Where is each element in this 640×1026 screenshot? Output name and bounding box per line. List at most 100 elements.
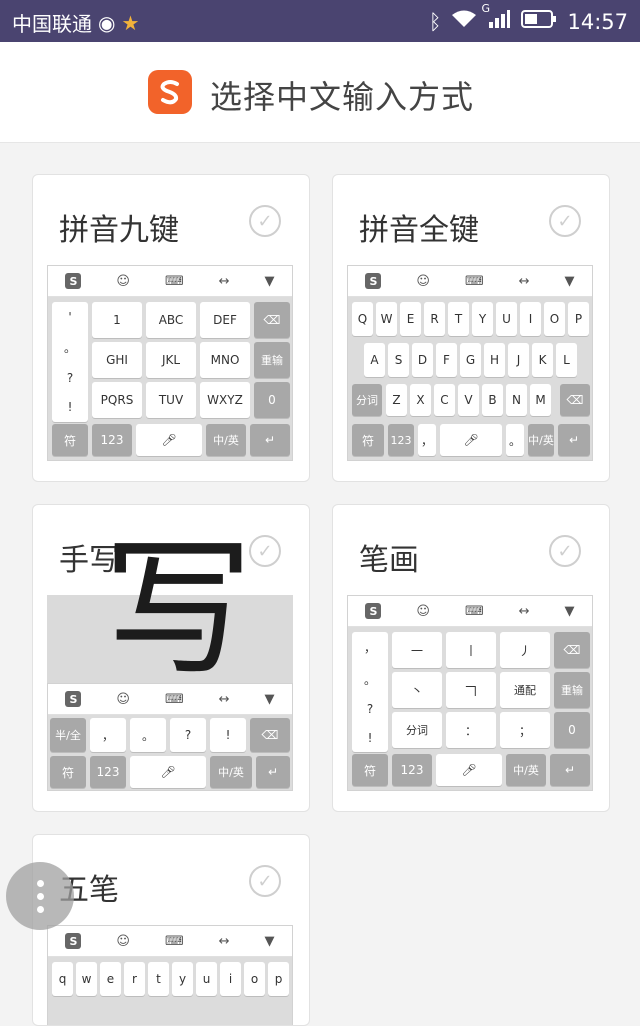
- letter-key[interactable]: E: [400, 302, 421, 336]
- enter-key[interactable]: ↵: [250, 424, 290, 456]
- check-circle-icon[interactable]: ✓: [249, 865, 281, 897]
- letter-key[interactable]: M: [530, 384, 551, 416]
- letter-key[interactable]: F: [436, 343, 457, 377]
- letter-key[interactable]: W: [376, 302, 397, 336]
- key[interactable]: GHI: [92, 342, 142, 378]
- voice-key[interactable]: 🎤︎: [136, 424, 202, 456]
- letter-key[interactable]: D: [412, 343, 433, 377]
- letter-key[interactable]: H: [484, 343, 505, 377]
- exclaim-key[interactable]: !: [210, 718, 246, 752]
- retype-key[interactable]: 重输: [254, 342, 290, 378]
- symbol-key[interactable]: 符: [352, 424, 384, 456]
- key[interactable]: TUV: [146, 382, 196, 418]
- period-key[interactable]: 。: [506, 424, 524, 456]
- option-card-handwriting[interactable]: 手写 ✓ S ☺ ⌨ ↔ ▼ 半/全 ， 。 ? ! ⌫ 符 123 🎤︎ 中/…: [32, 504, 310, 812]
- letter-key[interactable]: Z: [386, 384, 407, 416]
- letter-key[interactable]: P: [568, 302, 589, 336]
- key[interactable]: ABC: [146, 302, 196, 338]
- letter-key[interactable]: V: [458, 384, 479, 416]
- letter-key[interactable]: A: [364, 343, 385, 377]
- letter-key[interactable]: Y: [472, 302, 493, 336]
- voice-key[interactable]: 🎤︎: [436, 754, 502, 786]
- check-circle-icon[interactable]: ✓: [249, 205, 281, 237]
- number-key[interactable]: 123: [388, 424, 414, 456]
- key[interactable]: 丶: [392, 672, 442, 708]
- period-key[interactable]: 。: [130, 718, 166, 752]
- backspace-key[interactable]: ⌫: [560, 384, 590, 416]
- zero-key[interactable]: 0: [254, 382, 290, 418]
- retype-key[interactable]: 重输: [554, 672, 590, 708]
- letter-key[interactable]: w: [76, 962, 97, 996]
- enter-key[interactable]: ↵: [550, 754, 590, 786]
- number-key[interactable]: 123: [392, 754, 432, 786]
- symbol-key[interactable]: 符: [52, 424, 88, 456]
- key[interactable]: JKL: [146, 342, 196, 378]
- enter-key[interactable]: ↵: [256, 756, 290, 788]
- letter-key[interactable]: t: [148, 962, 169, 996]
- letter-key[interactable]: O: [544, 302, 565, 336]
- letter-key[interactable]: r: [124, 962, 145, 996]
- letter-key[interactable]: B: [482, 384, 503, 416]
- punctuation-column[interactable]: ' 。 ? !: [52, 302, 88, 422]
- letter-key[interactable]: J: [508, 343, 529, 377]
- letter-key[interactable]: N: [506, 384, 527, 416]
- more-options-button[interactable]: [6, 862, 74, 930]
- key[interactable]: ；: [500, 712, 550, 748]
- backspace-key[interactable]: ⌫: [254, 302, 290, 338]
- key[interactable]: 1: [92, 302, 142, 338]
- letter-key[interactable]: K: [532, 343, 553, 377]
- letter-key[interactable]: Q: [352, 302, 373, 336]
- letter-key[interactable]: i: [220, 962, 241, 996]
- backspace-key[interactable]: ⌫: [250, 718, 290, 752]
- letter-key[interactable]: R: [424, 302, 445, 336]
- key[interactable]: 通配: [500, 672, 550, 708]
- backspace-key[interactable]: ⌫: [554, 632, 590, 668]
- key[interactable]: 丿: [500, 632, 550, 668]
- language-switch-key[interactable]: 中/英: [528, 424, 554, 456]
- key[interactable]: DEF: [200, 302, 250, 338]
- letter-key[interactable]: y: [172, 962, 193, 996]
- letter-key[interactable]: L: [556, 343, 577, 377]
- letter-key[interactable]: q: [52, 962, 73, 996]
- letter-key[interactable]: S: [388, 343, 409, 377]
- symbol-key[interactable]: 符: [352, 754, 388, 786]
- zero-key[interactable]: 0: [554, 712, 590, 748]
- language-switch-key[interactable]: 中/英: [206, 424, 246, 456]
- key[interactable]: 丨: [446, 632, 496, 668]
- check-circle-icon[interactable]: ✓: [549, 535, 581, 567]
- language-switch-key[interactable]: 中/英: [210, 756, 252, 788]
- letter-key[interactable]: e: [100, 962, 121, 996]
- comma-key[interactable]: ，: [90, 718, 126, 752]
- number-key[interactable]: 123: [90, 756, 126, 788]
- option-card-wubi[interactable]: 五笔 ✓ S ☺ ⌨ ↔ ▼ qwertyuiop: [32, 834, 310, 1026]
- letter-key[interactable]: u: [196, 962, 217, 996]
- question-key[interactable]: ?: [170, 718, 206, 752]
- letter-key[interactable]: p: [268, 962, 289, 996]
- check-circle-icon[interactable]: ✓: [249, 535, 281, 567]
- letter-key[interactable]: C: [434, 384, 455, 416]
- key[interactable]: PQRS: [92, 382, 142, 418]
- key[interactable]: 分词: [392, 712, 442, 748]
- language-switch-key[interactable]: 中/英: [506, 754, 546, 786]
- number-key[interactable]: 123: [92, 424, 132, 456]
- letter-key[interactable]: I: [520, 302, 541, 336]
- voice-key[interactable]: 🎤︎: [130, 756, 206, 788]
- punctuation-column[interactable]: ， 。 ? !: [352, 632, 388, 752]
- letter-key[interactable]: X: [410, 384, 431, 416]
- voice-key[interactable]: 🎤︎: [440, 424, 502, 456]
- letter-key[interactable]: T: [448, 302, 469, 336]
- comma-key[interactable]: ，: [418, 424, 436, 456]
- enter-key[interactable]: ↵: [558, 424, 590, 456]
- letter-key[interactable]: G: [460, 343, 481, 377]
- option-card-pinyin-9key[interactable]: 拼音九键 ✓ S ☺ ⌨ ↔ ▼ ' 。 ? ! 1 ABC DEF GHI J…: [32, 174, 310, 482]
- key[interactable]: MNO: [200, 342, 250, 378]
- key[interactable]: WXYZ: [200, 382, 250, 418]
- option-card-pinyin-full[interactable]: 拼音全键 ✓ S ☺ ⌨ ↔ ▼ 分词 ⌫ 符 123 ， 🎤︎ 。 中/英 ↵…: [332, 174, 610, 482]
- letter-key[interactable]: U: [496, 302, 517, 336]
- segment-key[interactable]: 分词: [352, 384, 382, 416]
- letter-key[interactable]: o: [244, 962, 265, 996]
- option-card-stroke[interactable]: 笔画 ✓ S ☺ ⌨ ↔ ▼ ， 。 ? ! 一 丨 丿 丶 𠃍 通配 分词 ：…: [332, 504, 610, 812]
- key[interactable]: 𠃍: [446, 672, 496, 708]
- symbol-key[interactable]: 符: [50, 756, 86, 788]
- half-full-key[interactable]: 半/全: [50, 718, 86, 752]
